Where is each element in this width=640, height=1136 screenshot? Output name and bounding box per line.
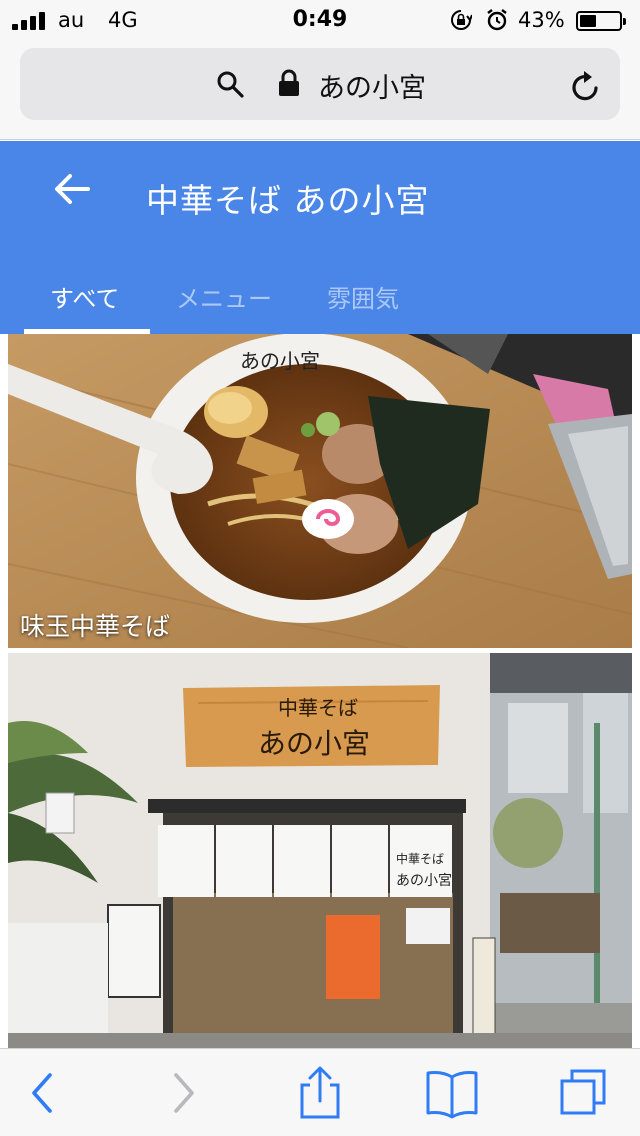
browser-toolbar: [0, 1048, 640, 1136]
svg-text:あの小宮: あの小宮: [396, 873, 452, 889]
svg-text:あの小宮: あの小宮: [240, 349, 320, 373]
share-icon[interactable]: [292, 1065, 348, 1121]
battery-percent: 43%: [518, 8, 565, 32]
search-icon: [217, 71, 244, 98]
tab-atmosphere[interactable]: 雰囲気: [327, 279, 399, 314]
storefront-photo-illustration: 中華そば あの小宮 中華そば あの小宮: [8, 653, 632, 1048]
svg-text:あの小宮: あの小宮: [258, 727, 370, 760]
back-icon[interactable]: [16, 1065, 72, 1121]
screen: au 4G 0:49 43% あの小宮 中華そば あの小宮 すべて メニュー 雰…: [0, 0, 640, 1136]
ramen-photo-illustration: あの小宮: [8, 334, 632, 648]
photo-storefront[interactable]: 中華そば あの小宮 中華そば あの小宮: [8, 653, 632, 1048]
lock-icon: [279, 69, 299, 96]
status-bar: au 4G 0:49 43%: [0, 0, 640, 40]
browser-address-area: あの小宮: [0, 40, 640, 140]
url-text: あの小宮: [318, 73, 426, 104]
photo-caption: 味玉中華そば: [20, 612, 171, 641]
rotation-lock-icon: [451, 10, 472, 30]
bookmarks-icon[interactable]: [424, 1065, 480, 1121]
address-bar[interactable]: あの小宮: [20, 48, 620, 120]
app-header: 中華そば あの小宮 すべて メニュー 雰囲気: [0, 141, 640, 334]
svg-text:中華そば: 中華そば: [396, 851, 444, 866]
forward-icon[interactable]: [154, 1065, 210, 1121]
battery-icon: [576, 11, 626, 31]
tab-all[interactable]: すべて: [50, 279, 119, 314]
photo-ramen[interactable]: あの小宮: [8, 334, 632, 648]
tab-menu[interactable]: メニュー: [176, 279, 272, 314]
alarm-icon: [487, 9, 507, 31]
reload-icon[interactable]: [570, 68, 602, 102]
svg-text:中華そば: 中華そば: [278, 696, 358, 720]
page-title: 中華そば あの小宮: [146, 181, 430, 220]
tab-bar: すべて メニュー 雰囲気: [0, 265, 640, 334]
tabs-icon[interactable]: [556, 1065, 612, 1121]
back-arrow-icon[interactable]: [52, 171, 92, 207]
